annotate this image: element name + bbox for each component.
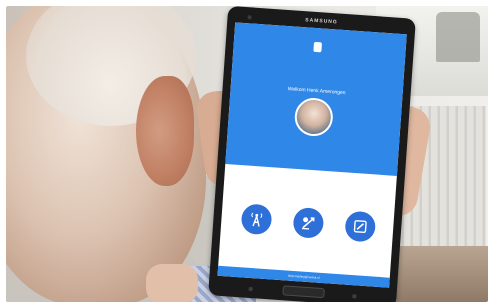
pencil-note-icon bbox=[300, 214, 317, 231]
app-header-panel: Welkom Henk Amerongen bbox=[225, 22, 407, 176]
user-avatar bbox=[293, 96, 335, 138]
action-buttons bbox=[220, 202, 394, 254]
recent-apps-key[interactable] bbox=[248, 286, 253, 292]
home-button[interactable] bbox=[282, 285, 325, 299]
photo-scene: SAMSUNG Welkom Henk Amerongen help.meldi… bbox=[6, 6, 488, 302]
edit-square-icon bbox=[352, 218, 369, 235]
background-lamp bbox=[436, 12, 480, 62]
edit-button[interactable] bbox=[344, 210, 377, 243]
antenna-icon bbox=[248, 211, 265, 228]
person-finger bbox=[146, 264, 198, 302]
tablet-screen: Welkom Henk Amerongen help.melding@roobo… bbox=[217, 22, 407, 288]
antenna-button[interactable] bbox=[240, 203, 273, 236]
tablet-device: SAMSUNG Welkom Henk Amerongen help.meldi… bbox=[208, 6, 416, 302]
app-logo-icon bbox=[313, 41, 323, 53]
person-ear bbox=[136, 76, 194, 186]
back-key[interactable] bbox=[352, 294, 357, 299]
note-button[interactable] bbox=[292, 206, 325, 239]
